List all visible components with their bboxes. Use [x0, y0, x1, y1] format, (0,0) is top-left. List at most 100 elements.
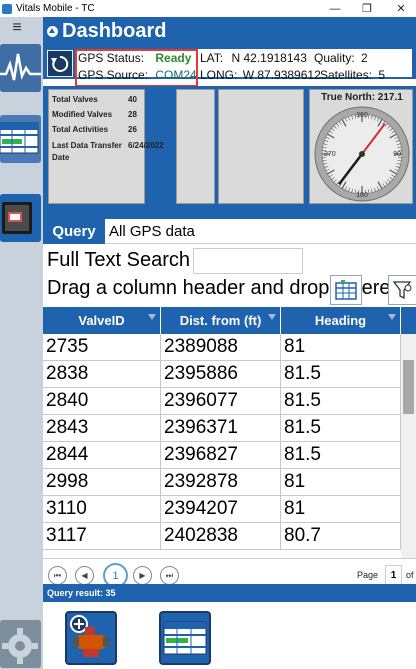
table-cell[interactable]: 2394207 — [161, 496, 281, 523]
stat-last-transfer-label: Last Data Transfer Date — [52, 141, 122, 162]
table-cell[interactable]: 2998 — [43, 469, 161, 496]
table-cell[interactable]: 80.7 — [281, 523, 401, 550]
table-cell[interactable]: 2838 — [43, 361, 161, 388]
compass-tick-270: 270 — [324, 151, 336, 158]
table-row[interactable]: 2998 2392878 81 — [43, 469, 401, 496]
column-chooser-icon — [335, 280, 357, 300]
dashboard-title-row[interactable]: Dashboard — [47, 20, 166, 42]
restore-button[interactable]: ❐ — [352, 0, 382, 17]
gps-status-label: GPS Status: — [78, 51, 145, 65]
table-cell[interactable]: 81 — [281, 334, 401, 361]
table-row[interactable]: 2844 2396827 81.5 — [43, 442, 401, 469]
grid-header: ValveID Dist. from (ft) Heading — [43, 307, 416, 334]
column-header-2[interactable]: Heading — [281, 307, 401, 334]
prev-page-button[interactable]: ◀ — [75, 566, 94, 585]
table-cell[interactable]: 2840 — [43, 388, 161, 415]
sort-arrow-icon[interactable] — [148, 314, 156, 320]
table-row[interactable]: 2840 2396077 81.5 — [43, 388, 401, 415]
first-page-button[interactable]: ⏮ — [48, 566, 67, 585]
filter-button[interactable] — [388, 275, 416, 305]
sidebar-item-device[interactable] — [0, 194, 41, 242]
table-cell[interactable]: 81.5 — [281, 442, 401, 469]
stat-total-activities-label: Total Activities — [52, 125, 109, 134]
dashboard-title: Dashboard — [62, 19, 167, 42]
hamburger-menu-icon[interactable]: ≡ — [9, 20, 25, 36]
gps-long-label: LONG: — [200, 68, 238, 82]
add-valve-button[interactable] — [65, 611, 117, 665]
sort-arrow-icon[interactable] — [268, 314, 276, 320]
valve-list-button[interactable] — [159, 611, 211, 665]
table-cell[interactable]: 2396371 — [161, 415, 281, 442]
add-valve-icon — [70, 615, 109, 657]
grid-vertical-scrollbar[interactable] — [401, 334, 416, 558]
gps-status-value: Ready — [155, 51, 192, 65]
table-cell[interactable]: 3117 — [43, 523, 161, 550]
table-cell[interactable]: 2843 — [43, 415, 161, 442]
stat-modified-valves-label: Modified Valves — [52, 110, 113, 119]
sidebar-item-vitals[interactable] — [0, 44, 41, 92]
stat-total-valves-label: Total Valves — [52, 95, 98, 104]
gps-source-value: COM24 — [155, 68, 197, 82]
sidebar-item-valves[interactable] — [0, 115, 41, 163]
query-bar: Query All GPS data — [43, 219, 416, 244]
table-cell[interactable]: 81.5 — [281, 388, 401, 415]
table-cell[interactable]: 81 — [281, 496, 401, 523]
table-cell[interactable]: 2735 — [43, 334, 161, 361]
collapse-icon[interactable] — [47, 25, 58, 37]
column-header-1[interactable]: Dist. from (ft) — [161, 307, 281, 334]
table-row[interactable]: 3117 2402838 80.7 — [43, 523, 401, 550]
full-text-search-input[interactable] — [193, 248, 303, 274]
gps-quality-label: Quality: — [314, 51, 355, 65]
stats-panel: Total Valves 40 Modified Valves 28 Total… — [48, 89, 164, 204]
full-text-search-row: Full Text Search — [43, 247, 416, 275]
sidebar-item-settings[interactable] — [0, 620, 41, 668]
gps-source-label: GPS Source: — [78, 68, 149, 82]
table-row[interactable]: 2843 2396371 81.5 — [43, 415, 401, 442]
column-header-spacer — [401, 307, 416, 334]
table-cell[interactable]: 2402838 — [161, 523, 281, 550]
gps-source: GPS Source: COM24 — [78, 68, 197, 82]
stat-modified-valves-value: 28 — [128, 110, 137, 119]
close-button[interactable]: ✕ — [386, 0, 416, 17]
gps-long-value: W 87.9389612 — [242, 68, 321, 82]
page-label: Page — [357, 570, 379, 580]
table-row[interactable]: 2735 2389088 81 — [43, 334, 401, 361]
sort-arrow-icon[interactable] — [388, 314, 396, 320]
stats-panel-3 — [218, 89, 304, 204]
vitals-monitor-icon — [0, 44, 41, 92]
full-text-search-label: Full Text Search — [47, 249, 191, 271]
table-cell[interactable]: 2395886 — [161, 361, 281, 388]
query-select[interactable]: All GPS data — [105, 219, 416, 244]
page-number-input[interactable]: 1 — [385, 565, 402, 586]
table-row[interactable]: 3110 2394207 81 — [43, 496, 401, 523]
gps-refresh-button[interactable] — [47, 50, 73, 77]
table-cell[interactable]: 2389088 — [161, 334, 281, 361]
table-row[interactable]: 2838 2395886 81.5 — [43, 361, 401, 388]
next-page-button[interactable]: ▶ — [133, 566, 152, 585]
column-header-0[interactable]: ValveID — [43, 307, 161, 334]
group-by-row: Drag a column header and drop it here to… — [43, 275, 416, 305]
stat-total-valves-value: 40 — [128, 95, 137, 104]
filter-icon — [392, 281, 411, 300]
stat-last-transfer-value: 6/24/2022 — [128, 141, 164, 150]
query-label: Query — [43, 219, 105, 244]
table-cell[interactable]: 81 — [281, 469, 401, 496]
gps-satellites-value: 5 — [378, 68, 386, 82]
table-cell[interactable]: 2396077 — [161, 388, 281, 415]
grid-scroll-thumb[interactable] — [403, 360, 414, 414]
gps-lat-label: LAT: — [200, 51, 224, 65]
table-cell[interactable]: 81.5 — [281, 361, 401, 388]
last-page-button[interactable]: ⏭ — [160, 566, 179, 585]
table-cell[interactable]: 3110 — [43, 496, 161, 523]
minimize-button[interactable]: — — [320, 0, 350, 17]
table-cell[interactable]: 2392878 — [161, 469, 281, 496]
table-cell[interactable]: 81.5 — [281, 415, 401, 442]
column-chooser-button[interactable] — [330, 275, 362, 305]
gps-satellites-label: Satellites: — [320, 68, 373, 82]
table-cell[interactable]: 2396827 — [161, 442, 281, 469]
valve-list-icon — [163, 621, 207, 655]
table-cell[interactable]: 2844 — [43, 442, 161, 469]
dashboard-stats-row: Total Valves 40 Modified Valves 28 Total… — [43, 86, 416, 228]
title-bar: Vitals Mobile - TC — ❐ ✕ — [0, 0, 416, 17]
stat-total-activities-value: 26 — [128, 125, 137, 134]
